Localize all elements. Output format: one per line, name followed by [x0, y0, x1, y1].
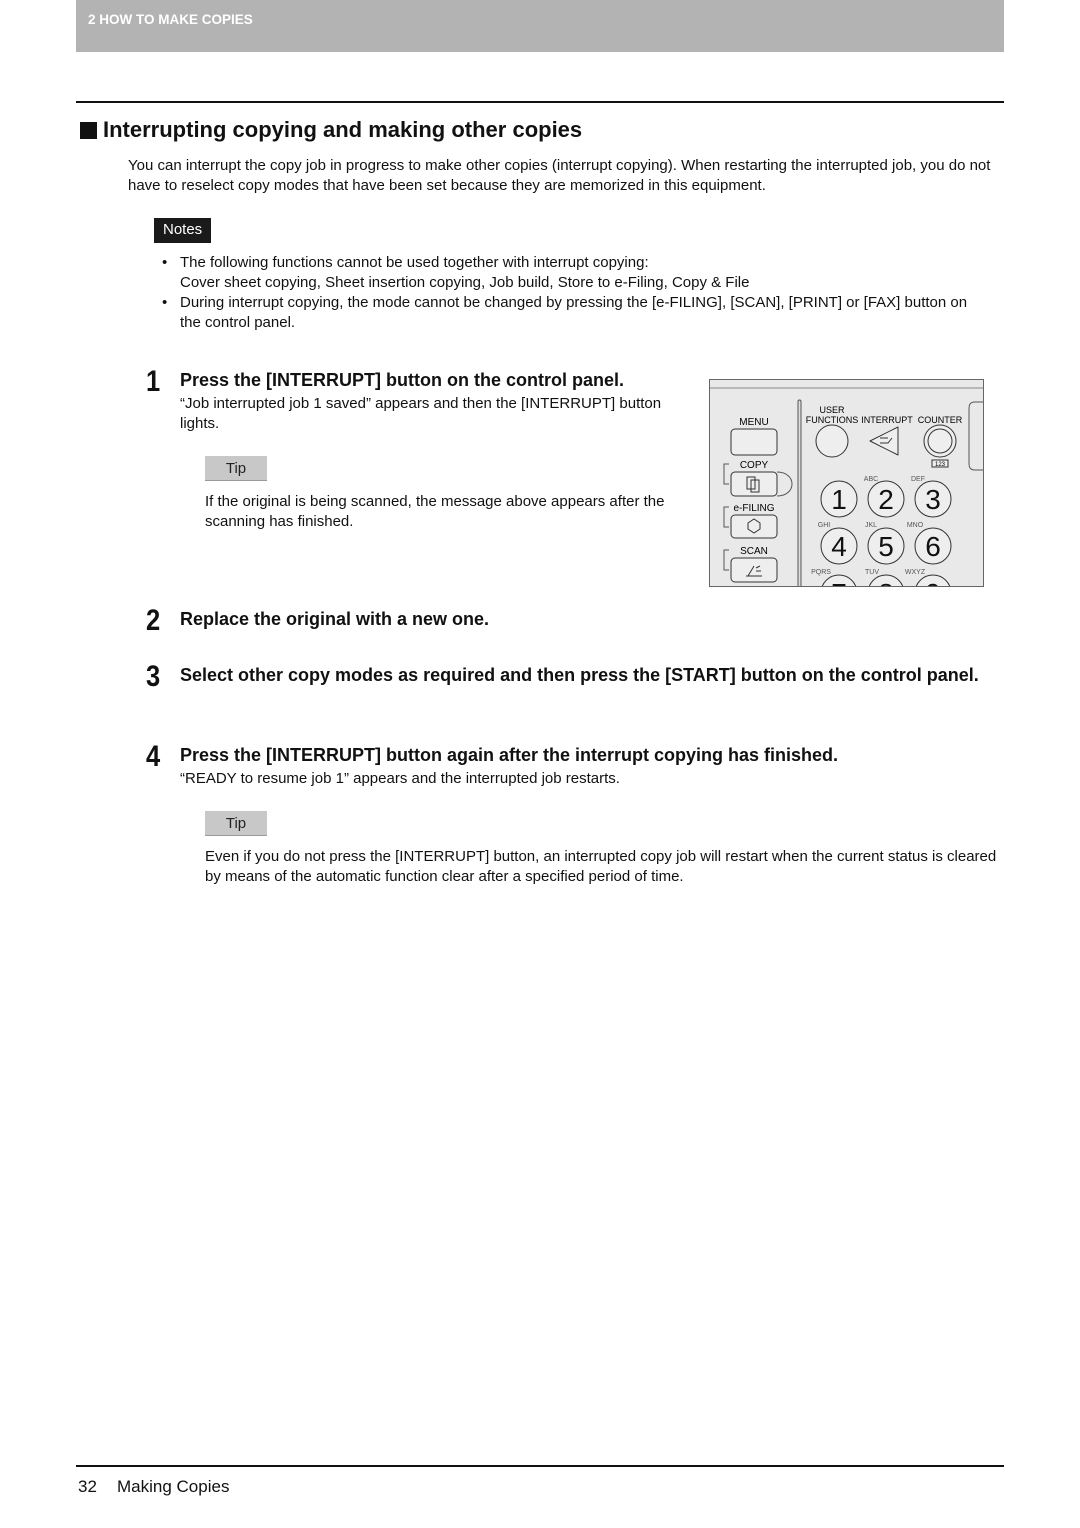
step-number: 2 — [146, 604, 161, 637]
notes-list: The following functions cannot be used t… — [154, 253, 984, 333]
svg-text:3: 3 — [925, 484, 941, 515]
step-heading: Press the [INTERRUPT] button again after… — [180, 745, 839, 765]
square-bullet-icon — [80, 121, 97, 139]
chapter-title: 2 HOW TO MAKE COPIES — [88, 12, 253, 27]
scan-label: SCAN — [740, 546, 768, 557]
svg-text:9: 9 — [925, 578, 941, 586]
menu-label: MENU — [739, 417, 768, 428]
svg-text:PQRS: PQRS — [811, 569, 831, 576]
step-body: “Job interrupted job 1 saved” appears an… — [180, 395, 662, 432]
svg-text:1: 1 — [831, 484, 847, 515]
svg-text:2: 2 — [878, 484, 894, 515]
user-functions-label: USER — [819, 405, 845, 415]
svg-text:WXYZ: WXYZ — [905, 569, 926, 576]
svg-text:ABC: ABC — [864, 476, 878, 483]
chapter-header: 2 HOW TO MAKE COPIES — [76, 0, 1004, 52]
step-number: 3 — [146, 660, 161, 693]
intro-text: You can interrupt the copy job in progre… — [128, 157, 991, 194]
user-functions-button — [815, 424, 849, 458]
step-heading: Press the [INTERRUPT] button on the cont… — [180, 370, 625, 390]
svg-text:4: 4 — [831, 531, 847, 562]
tip-label: Tip — [205, 811, 267, 836]
scan-button — [730, 557, 778, 583]
svg-text:JKL: JKL — [865, 522, 877, 529]
footer-title: Making Copies — [117, 1477, 230, 1496]
step-heading: Replace the original with a new one. — [180, 609, 490, 629]
tip-label: Tip — [205, 456, 267, 481]
control-panel-illustration: MENU COPY e-FILING SCAN USER FUNCTIONS I… — [709, 379, 984, 612]
svg-text:MNO: MNO — [907, 522, 924, 529]
numeric-keypad: ABC DEF GHI JKL MNO PQRS TUV WXYZ 123 456 7 8 9 — [811, 476, 952, 612]
counter-button — [923, 424, 957, 458]
copy-label: COPY — [740, 460, 769, 471]
svg-text:TUV: TUV — [865, 569, 879, 576]
svg-text:8: 8 — [878, 578, 894, 586]
tip-text: Even if you do not press the [INTERRUPT]… — [205, 848, 997, 885]
svg-text:GHI: GHI — [818, 522, 831, 529]
interrupt-label: INTERRUPT — [861, 415, 913, 425]
efiling-label: e-FILING — [733, 503, 774, 514]
section-title-text: Interrupting copying and making other co… — [103, 117, 583, 142]
tip-text: If the original is being scanned, the me… — [205, 493, 665, 530]
menu-button — [730, 428, 778, 456]
divider — [76, 101, 1004, 103]
step-number: 4 — [146, 740, 161, 773]
svg-text:6: 6 — [925, 531, 941, 562]
note-item: During interrupt copying, the mode canno… — [154, 293, 984, 333]
step-heading: Select other copy modes as required and … — [180, 665, 979, 685]
svg-text:DEF: DEF — [911, 476, 925, 483]
counter-badge: 123 — [935, 462, 946, 468]
counter-label: COUNTER — [918, 415, 963, 425]
notes-label: Notes — [154, 218, 212, 243]
footer-divider — [76, 1465, 1004, 1467]
user-functions-label: FUNCTIONS — [806, 415, 859, 425]
svg-text:5: 5 — [878, 531, 894, 562]
section-title: Interrupting copying and making other co… — [80, 117, 582, 143]
svg-text:7: 7 — [831, 578, 847, 586]
step-body: “READY to resume job 1” appears and the … — [180, 770, 620, 787]
note-item: The following functions cannot be used t… — [154, 253, 984, 293]
step-number: 1 — [146, 365, 161, 398]
page-number: 32 — [78, 1477, 97, 1496]
interrupt-button — [869, 426, 899, 456]
